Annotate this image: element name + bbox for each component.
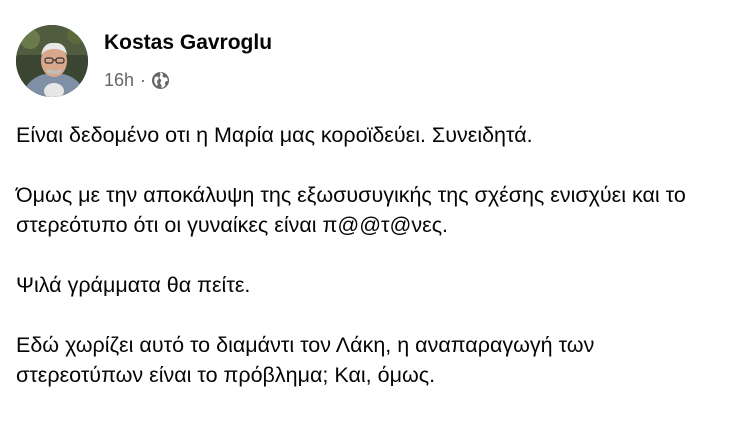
post-meta: 16h · [104,70,170,91]
post-paragraph: Εδώ χωρίζει αυτό το διαμάντι τον Λάκη, η… [16,333,595,387]
avatar[interactable] [16,25,88,97]
post-paragraph: Ψιλά γράμματα θα πείτε. [16,273,251,297]
facebook-post: Kostas Gavroglu 16h · Είναι δεδομένο οτι… [0,0,734,426]
post-paragraph: Όμως με την αποκάλυψη της εξωσυσυγικής τ… [16,183,686,237]
author-name[interactable]: Kostas Gavroglu [104,31,272,55]
avatar-photo [16,25,88,97]
post-paragraph: Είναι δεδομένο οτι η Μαρία μας κοροϊδεύε… [16,123,533,147]
globe-icon[interactable] [151,71,170,90]
post-body: Είναι δεδομένο οτι η Μαρία μας κοροϊδεύε… [16,120,726,390]
post-timestamp[interactable]: 16h [104,70,134,91]
meta-separator: · [140,70,147,90]
